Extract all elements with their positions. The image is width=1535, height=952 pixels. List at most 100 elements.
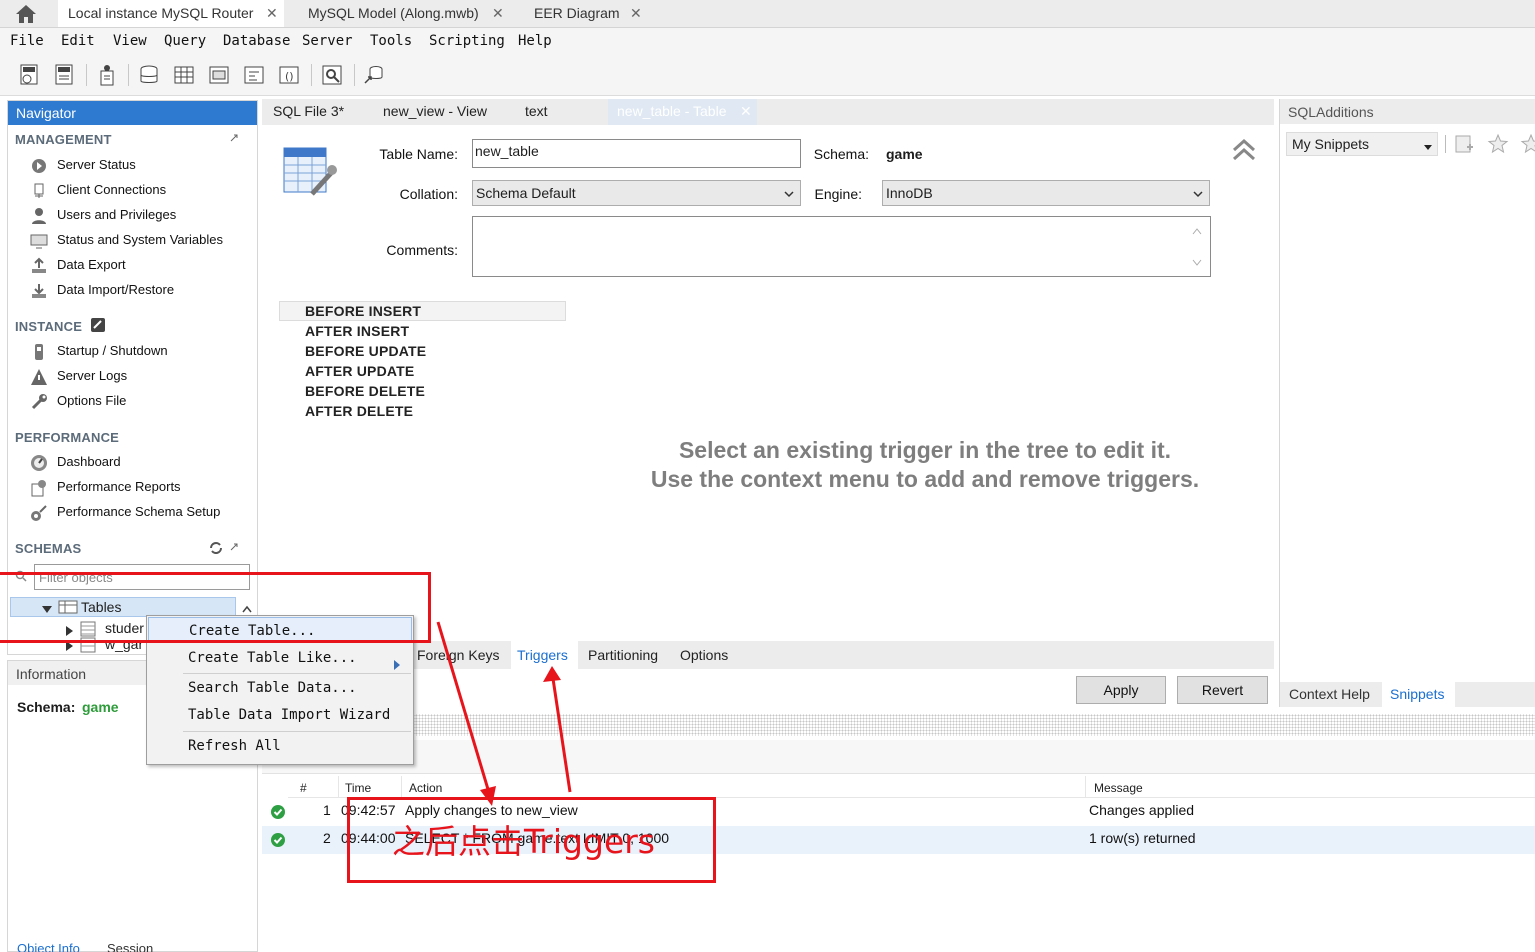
scroll-down-icon[interactable] [1192,255,1202,270]
nav-status-variables[interactable]: Status and System Variables [30,229,223,251]
trigger-after-insert[interactable]: AFTER INSERT [305,323,409,339]
close-icon[interactable]: ✕ [492,0,504,27]
trigger-before-update[interactable]: BEFORE UPDATE [305,343,426,359]
tab-label: Snippets [1390,686,1445,702]
client-connections-icon [30,182,48,200]
engine-select[interactable]: InnoDB [882,180,1210,206]
tab-text[interactable]: text [525,99,548,125]
inspector-icon[interactable] [95,63,119,87]
col-time: Time [345,781,372,795]
create-function-icon[interactable]: () [277,63,301,87]
snippets-select-value: My Snippets [1292,136,1370,152]
snippet-star-icon[interactable] [1520,133,1535,155]
tab-session[interactable]: Session [107,941,153,952]
menu-table-data-import-wizard[interactable]: Table Data Import Wizard [148,702,412,728]
tab-mysql-model[interactable]: MySQL Model (Along.mwb) ✕ [298,0,510,27]
nav-users-privileges[interactable]: Users and Privileges [30,204,176,226]
tab-partitioning[interactable]: Partitioning [588,647,658,663]
nav-data-export[interactable]: Data Export [30,254,126,276]
nav-dashboard[interactable]: Dashboard [30,451,121,473]
tab-label: MySQL Model (Along.mwb) [308,5,479,21]
open-sql-script-icon[interactable] [53,63,77,87]
nav-server-status[interactable]: Server Status [30,154,136,176]
trigger-after-update[interactable]: AFTER UPDATE [305,363,414,379]
success-icon [271,833,285,850]
nav-options-file[interactable]: Options File [30,390,126,412]
nav-server-logs[interactable]: Server Logs [30,365,127,387]
refresh-icon[interactable] [209,541,223,555]
create-table-icon[interactable] [172,63,196,87]
snippet-add-icon[interactable] [1453,133,1475,155]
tab-new-table[interactable]: new_table - Table ✕ [608,99,757,125]
expand-icon[interactable] [228,132,240,144]
create-procedure-icon[interactable] [242,63,266,87]
trigger-after-delete[interactable]: AFTER DELETE [305,403,413,419]
tab-eer-diagram[interactable]: EER Diagram ✕ [524,0,654,27]
instance-section-title: INSTANCE [15,319,83,334]
nav-client-connections[interactable]: Client Connections [30,179,166,201]
menu-help[interactable]: Help [518,33,552,49]
trigger-before-delete[interactable]: BEFORE DELETE [305,383,425,399]
menu-view[interactable]: View [113,33,147,49]
menu-refresh-all[interactable]: Refresh All [148,733,412,759]
startup-icon [30,343,48,361]
menu-search-table-data[interactable]: Search Table Data... [148,675,412,701]
nav-data-import[interactable]: Data Import/Restore [30,279,174,301]
tab-snippets[interactable]: Snippets [1382,682,1455,707]
sql-additions-panel: SQLAdditions My Snippets Context Help Sn… [1279,99,1535,707]
nav-label: Performance Schema Setup [57,504,221,519]
menu-file[interactable]: File [10,33,44,49]
collapse-up-icon[interactable] [1231,137,1257,163]
tab-local-instance[interactable]: Local instance MySQL Router ✕ [58,0,284,27]
close-icon[interactable]: ✕ [740,99,752,123]
user-icon [30,207,48,225]
new-sql-tab-icon[interactable] [18,63,42,87]
tab-sql-file[interactable]: SQL File 3* [273,99,344,125]
close-icon[interactable]: ✕ [630,0,642,27]
chevron-down-icon [1193,186,1203,198]
import-icon [30,282,48,300]
annotation-text: 之后点击Triggers [392,822,656,861]
nav-performance-reports[interactable]: Performance Reports [30,476,181,498]
schemas-section-title: SCHEMAS [15,541,82,556]
snippet-star-icon[interactable] [1487,133,1509,155]
collation-select[interactable]: Schema Default [472,180,801,206]
snippets-select[interactable]: My Snippets [1286,132,1438,156]
create-view-icon[interactable] [207,63,231,87]
trigger-before-insert[interactable]: BEFORE INSERT [305,303,421,319]
nav-startup-shutdown[interactable]: Startup / Shutdown [30,340,168,362]
menu-server[interactable]: Server [302,33,353,49]
comments-textarea[interactable] [472,216,1211,277]
revert-button[interactable]: Revert [1177,676,1268,704]
search-table-data-icon[interactable] [320,63,344,87]
menu-create-table-like[interactable]: Create Table Like... [148,645,412,671]
trigger-hint-line: Select an existing trigger in the tree t… [678,437,1172,463]
table-editor-icon [282,144,338,202]
create-schema-icon[interactable] [137,63,161,87]
sql-additions-header: SQLAdditions [1280,99,1535,124]
table-editor: Table Name: new_table Schema: game Colla… [262,125,1274,641]
schema-value: game [886,146,923,162]
tab-object-info[interactable]: Object Info [17,941,80,952]
dashboard-icon [30,454,48,472]
apply-button[interactable]: Apply [1076,676,1166,704]
menu-scripting[interactable]: Scripting [429,33,505,49]
close-icon[interactable]: ✕ [266,0,278,27]
trigger-hint-line: Use the context menu to add and remove t… [650,466,1200,492]
expand-icon[interactable] [228,541,240,553]
home-icon[interactable] [14,3,38,25]
tab-options[interactable]: Options [680,647,728,663]
reconnect-icon[interactable] [362,63,386,87]
nav-schema-setup[interactable]: Performance Schema Setup [30,501,220,523]
menu-query[interactable]: Query [164,33,206,49]
table-name-input[interactable]: new_table [472,139,801,168]
tab-context-help[interactable]: Context Help [1289,686,1370,702]
tab-new-view[interactable]: new_view - View [383,99,487,125]
nav-label: Options File [57,393,127,408]
menu-database[interactable]: Database [223,33,290,49]
menu-tools[interactable]: Tools [370,33,412,49]
collation-label: Collation: [399,186,458,202]
editor-tab-bar: SQL File 3* new_view - View text new_tab… [262,99,1274,125]
menu-edit[interactable]: Edit [61,33,95,49]
scroll-up-icon[interactable] [1192,223,1202,238]
